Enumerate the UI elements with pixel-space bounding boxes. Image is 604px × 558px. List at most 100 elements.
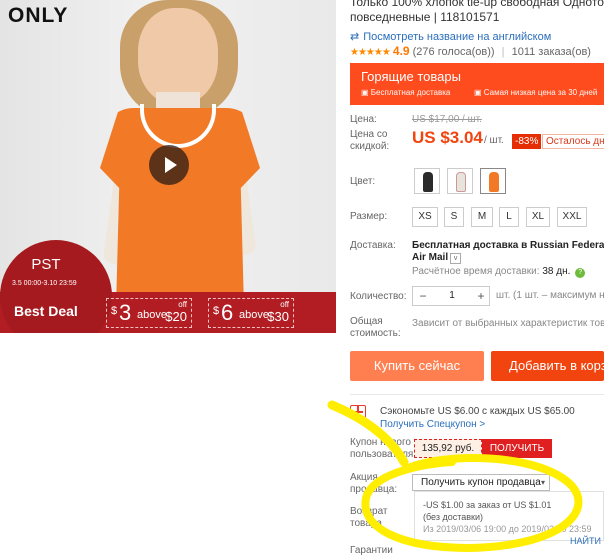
coupon-off-value: $20 xyxy=(165,309,187,324)
seller-coupon-line-1: -US $1.00 за заказ от US $1.01 xyxy=(423,500,552,510)
hot-deals-banner: Горящие товары ▣ Бесплатная доставка ▣ С… xyxy=(350,63,604,105)
new-user-coupon-label: Купон нового пользователя xyxy=(350,437,413,461)
color-option-black[interactable] xyxy=(414,168,440,194)
delivery-time-label: Расчётное время доставки: xyxy=(412,266,540,277)
discount-price-label: Цена со скидкой: xyxy=(350,129,389,153)
free-shipping-feature: ▣ Бесплатная доставка xyxy=(361,88,451,97)
seller-coupon-dropdown-label: Получить купон продавца xyxy=(421,477,541,488)
add-to-cart-button[interactable]: Добавить в корз xyxy=(491,351,604,381)
product-title-line-2: повседневные | 118101571 xyxy=(350,10,500,24)
shipping-dropdown-icon[interactable]: v xyxy=(450,253,462,264)
brand-logo: ONLY xyxy=(8,4,69,27)
product-gallery: ONLY PST 3.5 00:00-3.10 23:59 Best Deal … xyxy=(0,0,336,333)
quantity-input[interactable]: 1 xyxy=(433,287,471,305)
quantity-label: Количество: xyxy=(350,291,407,302)
size-option-xxl[interactable]: XXL xyxy=(557,207,587,227)
returns-label: Возврат товара xyxy=(350,506,388,530)
seller-label-2: продавца: xyxy=(350,484,398,495)
shipping-method[interactable]: Бесплатная доставка в Russian Federation… xyxy=(412,240,604,264)
rating-stars-icon: ★★★★★ xyxy=(350,47,391,58)
coupon-off: off xyxy=(178,300,187,309)
lowest-price-text: Самая низкая цена за 30 дней xyxy=(483,88,598,97)
shipping-label: Доставка: xyxy=(350,240,396,251)
delivery-time: Расчётное время доставки: 38 дн. ? xyxy=(412,266,586,278)
new-user-label-1: Купон нового xyxy=(350,437,411,448)
orders-count: 1011 заказа(ов) xyxy=(511,46,591,58)
old-price: US $17,00 / шт. xyxy=(412,114,482,125)
product-title-line-1: Только 100% хлопок tie-up свободная Одно… xyxy=(350,0,604,9)
promo-dates: 3.5 00:00-3.10 23:59 xyxy=(12,280,77,287)
discount-price-label-1: Цена со xyxy=(350,129,388,140)
play-video-button[interactable] xyxy=(149,145,189,185)
shipping-line-2: Air Mail xyxy=(412,252,449,263)
seller-promo-label: Акция продавца: xyxy=(350,472,397,496)
quantity-stepper: − 1 + xyxy=(412,286,490,306)
promo-pst: PST xyxy=(31,256,61,273)
total-label-2: стоимость: xyxy=(350,328,401,339)
guarantee-label: Гарантии xyxy=(350,545,393,556)
discount-badge: -83% xyxy=(512,134,542,149)
time-left-badge: Осталось дней xyxy=(542,134,604,149)
size-option-m[interactable]: M xyxy=(471,207,493,227)
color-option-white[interactable] xyxy=(447,168,473,194)
rating-value: 4.9 xyxy=(392,44,410,58)
color-option-orange[interactable] xyxy=(480,168,506,194)
color-thumb-figure xyxy=(423,172,433,192)
rating-row: ★★★★★ 4.9 (276 голоса(ов)) | 1011 заказа… xyxy=(350,44,591,58)
size-label: Размер: xyxy=(350,211,388,222)
translate-icon: ⇄ xyxy=(350,31,360,43)
total-note: Зависит от выбранных характеристик товар… xyxy=(412,318,604,329)
coupon-above: above xyxy=(239,309,269,321)
color-label: Цвет: xyxy=(350,176,376,187)
get-coupon-button[interactable]: ПОЛУЧИТЬ xyxy=(482,439,552,458)
coupon-amount: 3 xyxy=(119,300,132,325)
color-thumb-figure xyxy=(456,172,466,192)
returns-label-2: товара xyxy=(350,518,382,529)
size-option-xs[interactable]: XS xyxy=(412,207,438,227)
gift-icon xyxy=(350,405,366,418)
size-option-xl[interactable]: XL xyxy=(526,207,550,227)
price-label: Цена: xyxy=(350,114,377,125)
buy-now-button[interactable]: Купить сейчас xyxy=(350,351,484,381)
shipping-line-1: Бесплатная доставка в Russian Federation xyxy=(412,240,604,251)
coupon-above: above xyxy=(137,309,167,321)
seller-coupon-line-3: Из 2019/03/06 19:00 до 2019/03/10 23:59 xyxy=(423,524,592,534)
quantity-increase-button[interactable]: + xyxy=(471,287,491,305)
size-option-s[interactable]: S xyxy=(444,207,464,227)
seller-label-1: Акция xyxy=(350,472,378,483)
seller-coupon-line-2: (без доставки) xyxy=(423,512,484,522)
section-divider xyxy=(350,394,604,395)
product-title: Только 100% хлопок tie-up свободная Одно… xyxy=(350,0,604,25)
seller-coupon-dropdown[interactable]: Получить купон продавца ▾ xyxy=(412,474,550,491)
current-price: US $3.04 xyxy=(412,128,483,147)
coupon-off-value: $30 xyxy=(267,309,289,324)
help-icon[interactable]: ? xyxy=(575,268,586,278)
special-coupon-link[interactable]: Получить Спецкупон > xyxy=(380,419,485,430)
coupon-dollar: $ xyxy=(213,305,220,317)
delivery-time-value: 38 дн. xyxy=(542,266,571,277)
promo-coupon-2: $ 6 above off $30 xyxy=(208,298,294,328)
discount-price-label-2: скидкой: xyxy=(350,141,390,152)
lowest-price-feature: ▣ Самая низкая цена за 30 дней xyxy=(474,88,598,97)
coupon-amount: 6 xyxy=(221,300,234,325)
find-link[interactable]: НАЙТИ І xyxy=(570,536,604,546)
free-shipping-text: Бесплатная доставка xyxy=(370,88,451,97)
size-option-l[interactable]: L xyxy=(499,207,519,227)
total-label: Общая стоимость: xyxy=(350,316,401,340)
new-user-label-2: пользователя xyxy=(350,449,414,460)
chevron-down-icon: ▾ xyxy=(540,478,545,487)
translate-title-text: Посмотреть название на английском xyxy=(363,31,552,43)
model-face xyxy=(138,8,218,104)
promo-best-deal: Best Deal xyxy=(14,303,78,319)
promo-coupon-1: $ 3 above off $20 xyxy=(106,298,192,328)
seller-coupon-panel: -US $1.00 за заказ от US $1.01 (без дост… xyxy=(414,491,604,541)
coupon-off: off xyxy=(280,300,289,309)
translate-title-link[interactable]: ⇄ Посмотреть название на английском xyxy=(350,30,551,43)
rating-votes[interactable]: (276 голоса(ов)) xyxy=(413,46,495,58)
total-label-1: Общая xyxy=(350,316,383,327)
price-per-unit: / шт. xyxy=(484,135,504,146)
quantity-decrease-button[interactable]: − xyxy=(413,287,433,305)
savings-text: Сэкономьте US $6.00 с каждых US $65.00 xyxy=(380,406,575,417)
hot-deals-title: Горящие товары xyxy=(361,69,461,84)
coupon-dollar: $ xyxy=(111,305,118,317)
